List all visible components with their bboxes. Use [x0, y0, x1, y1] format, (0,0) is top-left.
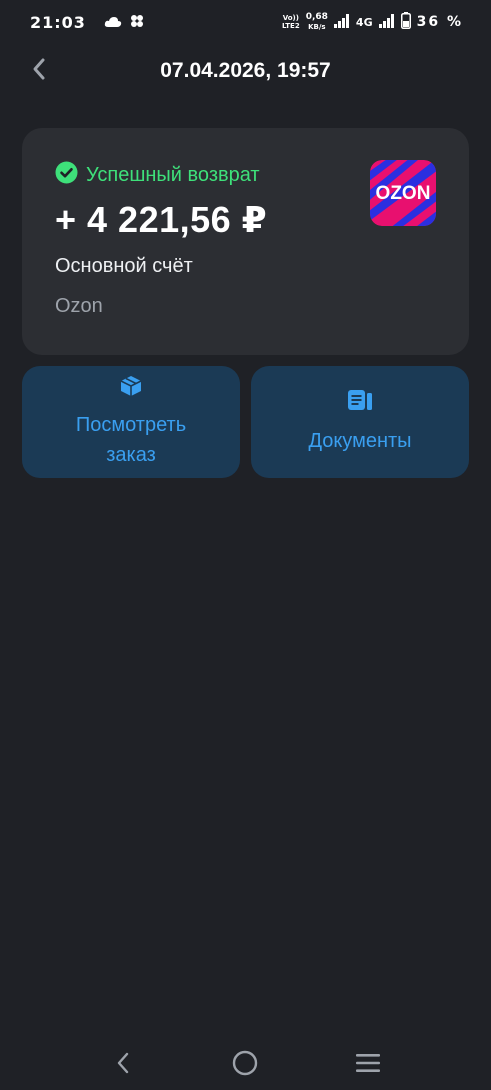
documents-label: Документы — [308, 429, 412, 452]
view-order-label: Посмотреть заказ — [75, 413, 187, 466]
transaction-status: Успешный возврат — [55, 161, 260, 189]
nav-home-button[interactable] — [225, 1048, 265, 1082]
status-text: Успешный возврат — [86, 163, 260, 186]
nav-back-button[interactable] — [103, 1048, 143, 1082]
page-title: 07.04.2026, 19:57 — [160, 59, 331, 82]
ozon-logo: OZON — [370, 160, 436, 226]
network-type: 4G — [355, 15, 373, 29]
transaction-amount: + 4 221,56 ₽ — [55, 199, 268, 240]
system-nav-bar — [0, 1040, 491, 1090]
volte-indicator: Vo)) LTE2 — [281, 14, 300, 30]
view-order-button[interactable]: Посмотреть заказ — [22, 366, 240, 478]
transaction-card: Успешный возврат + 4 221,56 ₽ Основной с… — [22, 128, 469, 355]
nav-home-icon — [232, 1050, 258, 1081]
merchant-name: Ozon — [55, 295, 103, 317]
network-speed: 0,68 KB/s — [305, 12, 328, 31]
status-bar: 21:03 Vo)) LTE2 0,68 KB/s 4G 36 % — [0, 0, 491, 44]
documents-button[interactable]: Документы — [251, 366, 469, 478]
battery-icon — [400, 11, 411, 33]
nav-menu-icon — [355, 1052, 381, 1079]
battery-percent: 36 % — [416, 14, 463, 30]
nav-back-icon — [115, 1051, 131, 1080]
nav-menu-button[interactable] — [348, 1048, 388, 1082]
signal-icon — [333, 13, 350, 32]
document-icon — [347, 389, 373, 416]
header: 07.04.2026, 19:57 — [0, 50, 491, 94]
account-name: Основной счёт — [55, 255, 193, 277]
pinwheel-icon — [130, 13, 144, 32]
status-time: 21:03 — [30, 12, 86, 32]
box-icon — [119, 375, 143, 402]
signal-icon — [378, 13, 395, 32]
cloud-icon — [104, 13, 122, 32]
check-circle-icon — [55, 161, 78, 189]
svg-text:OZON: OZON — [376, 183, 431, 204]
